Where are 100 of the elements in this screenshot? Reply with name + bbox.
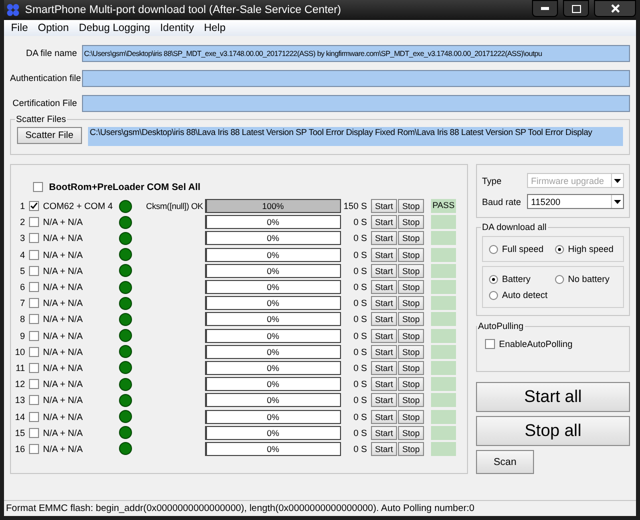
port-label: N/A + N/A [42, 330, 84, 341]
stop-all-button[interactable]: Stop all [476, 416, 630, 446]
radio-button[interactable] [489, 244, 498, 254]
start-button[interactable]: Start [371, 377, 397, 392]
start-button[interactable]: Start [371, 393, 397, 408]
elapsed-time: 0 S [352, 266, 368, 276]
progress-text: 0% [266, 314, 280, 324]
checkbox[interactable] [29, 201, 39, 212]
checkbox[interactable] [29, 330, 39, 341]
path-field[interactable] [82, 94, 630, 112]
checkbox[interactable] [29, 233, 39, 244]
radio-button[interactable] [555, 274, 564, 284]
checkbox[interactable] [29, 428, 39, 438]
port-number: 1 [18, 201, 26, 212]
checkbox[interactable] [29, 395, 39, 406]
menu-item[interactable]: Help [198, 22, 231, 34]
progress-text: 0% [266, 217, 280, 228]
port-number: 6 [18, 282, 26, 292]
menu-item[interactable]: File [6, 22, 33, 34]
stop-button[interactable]: Stop [398, 410, 424, 424]
stop-button[interactable]: Stop [398, 442, 424, 456]
maximize-button[interactable] [563, 0, 589, 17]
start-button[interactable]: Start [371, 328, 397, 343]
stop-button[interactable]: Stop [398, 312, 424, 326]
scatter-file-button[interactable]: Scatter File [17, 127, 82, 144]
field-label: Authentication file [10, 73, 82, 83]
port-number: 10 [15, 346, 26, 357]
progress-text: 0% [266, 330, 280, 341]
progress-text: 0% [266, 428, 280, 438]
radio-label: Battery [502, 274, 531, 284]
start-all-button[interactable]: Start all [476, 382, 630, 412]
start-button[interactable]: Start [371, 426, 397, 440]
status-dot [119, 296, 132, 310]
checkbox[interactable] [29, 282, 39, 292]
stop-button[interactable]: Stop [398, 344, 424, 359]
elapsed-time: 0 S [352, 379, 368, 390]
start-button[interactable]: Start [371, 199, 397, 214]
checkbox-label: EnableAutoPolling [499, 339, 573, 349]
status-dot [119, 345, 132, 358]
checkbox[interactable] [29, 314, 39, 324]
start-button[interactable]: Start [371, 215, 397, 230]
result-indicator [431, 280, 456, 294]
result-indicator [431, 328, 456, 343]
start-button[interactable]: Start [371, 312, 397, 326]
port-number: 14 [15, 412, 26, 422]
result-indicator [431, 377, 456, 392]
stop-button[interactable]: Stop [398, 328, 424, 343]
menu-item[interactable]: Debug Logging [74, 22, 156, 34]
close-icon [610, 4, 620, 13]
start-button[interactable]: Start [371, 442, 397, 456]
start-button[interactable]: Start [371, 231, 397, 246]
stop-button[interactable]: Stop [398, 199, 424, 214]
checkbox[interactable] [29, 346, 39, 357]
checkbox[interactable] [29, 217, 39, 228]
status-dot [119, 410, 132, 424]
checkbox[interactable] [29, 266, 39, 276]
start-button[interactable]: Start [371, 248, 397, 262]
close-button[interactable] [594, 0, 636, 17]
checkbox[interactable] [29, 379, 39, 390]
radio-button[interactable] [555, 244, 564, 254]
start-button[interactable]: Start [371, 296, 397, 310]
path-field[interactable]: C:\Users\gsm\Desktop\iris 88\Lava Iris 88 Latest Version SP Tool Error Display Fixed Rom\Lava Iris 88 Latest Version SP Tool Error Display [88, 127, 623, 146]
stop-button[interactable]: Stop [398, 264, 424, 278]
radio-button[interactable] [489, 274, 498, 284]
checkbox[interactable] [29, 444, 39, 454]
start-button[interactable]: Start [371, 344, 397, 359]
start-button[interactable]: Start [371, 360, 397, 375]
menu-item[interactable]: Identity [155, 22, 199, 34]
stop-button[interactable]: Stop [398, 377, 424, 392]
stop-button[interactable]: Stop [398, 426, 424, 440]
port-number: 12 [15, 379, 26, 390]
stop-button[interactable]: Stop [398, 360, 424, 375]
start-button[interactable]: Start [371, 410, 397, 424]
checkbox[interactable] [485, 339, 495, 349]
port-label: N/A + N/A [42, 217, 84, 228]
stop-button[interactable]: Stop [398, 231, 424, 246]
checkbox[interactable] [29, 362, 39, 373]
checkbox[interactable] [29, 250, 39, 260]
stop-button[interactable]: Stop [398, 215, 424, 230]
checkbox[interactable] [29, 298, 39, 308]
start-button[interactable]: Start [371, 280, 397, 294]
dropdown[interactable]: 115200 [527, 194, 624, 209]
minimize-button[interactable] [532, 0, 558, 17]
start-button[interactable]: Start [371, 264, 397, 278]
stop-button[interactable]: Stop [398, 393, 424, 408]
port-label: N/A + N/A [42, 233, 84, 244]
elapsed-time: 150 S [342, 201, 368, 212]
port-label: N/A + N/A [42, 395, 84, 406]
path-field[interactable] [82, 70, 630, 86]
port-number: 13 [15, 395, 26, 406]
scan-button[interactable]: Scan [476, 450, 534, 474]
stop-button[interactable]: Stop [398, 248, 424, 262]
stop-button[interactable]: Stop [398, 296, 424, 310]
radio-button[interactable] [489, 290, 498, 300]
checkbox[interactable] [29, 412, 39, 422]
menu-item[interactable]: Option [32, 22, 74, 34]
stop-button[interactable]: Stop [398, 280, 424, 294]
checkbox[interactable] [33, 182, 43, 192]
elapsed-time: 0 S [352, 233, 368, 244]
port-label: N/A + N/A [42, 379, 84, 390]
